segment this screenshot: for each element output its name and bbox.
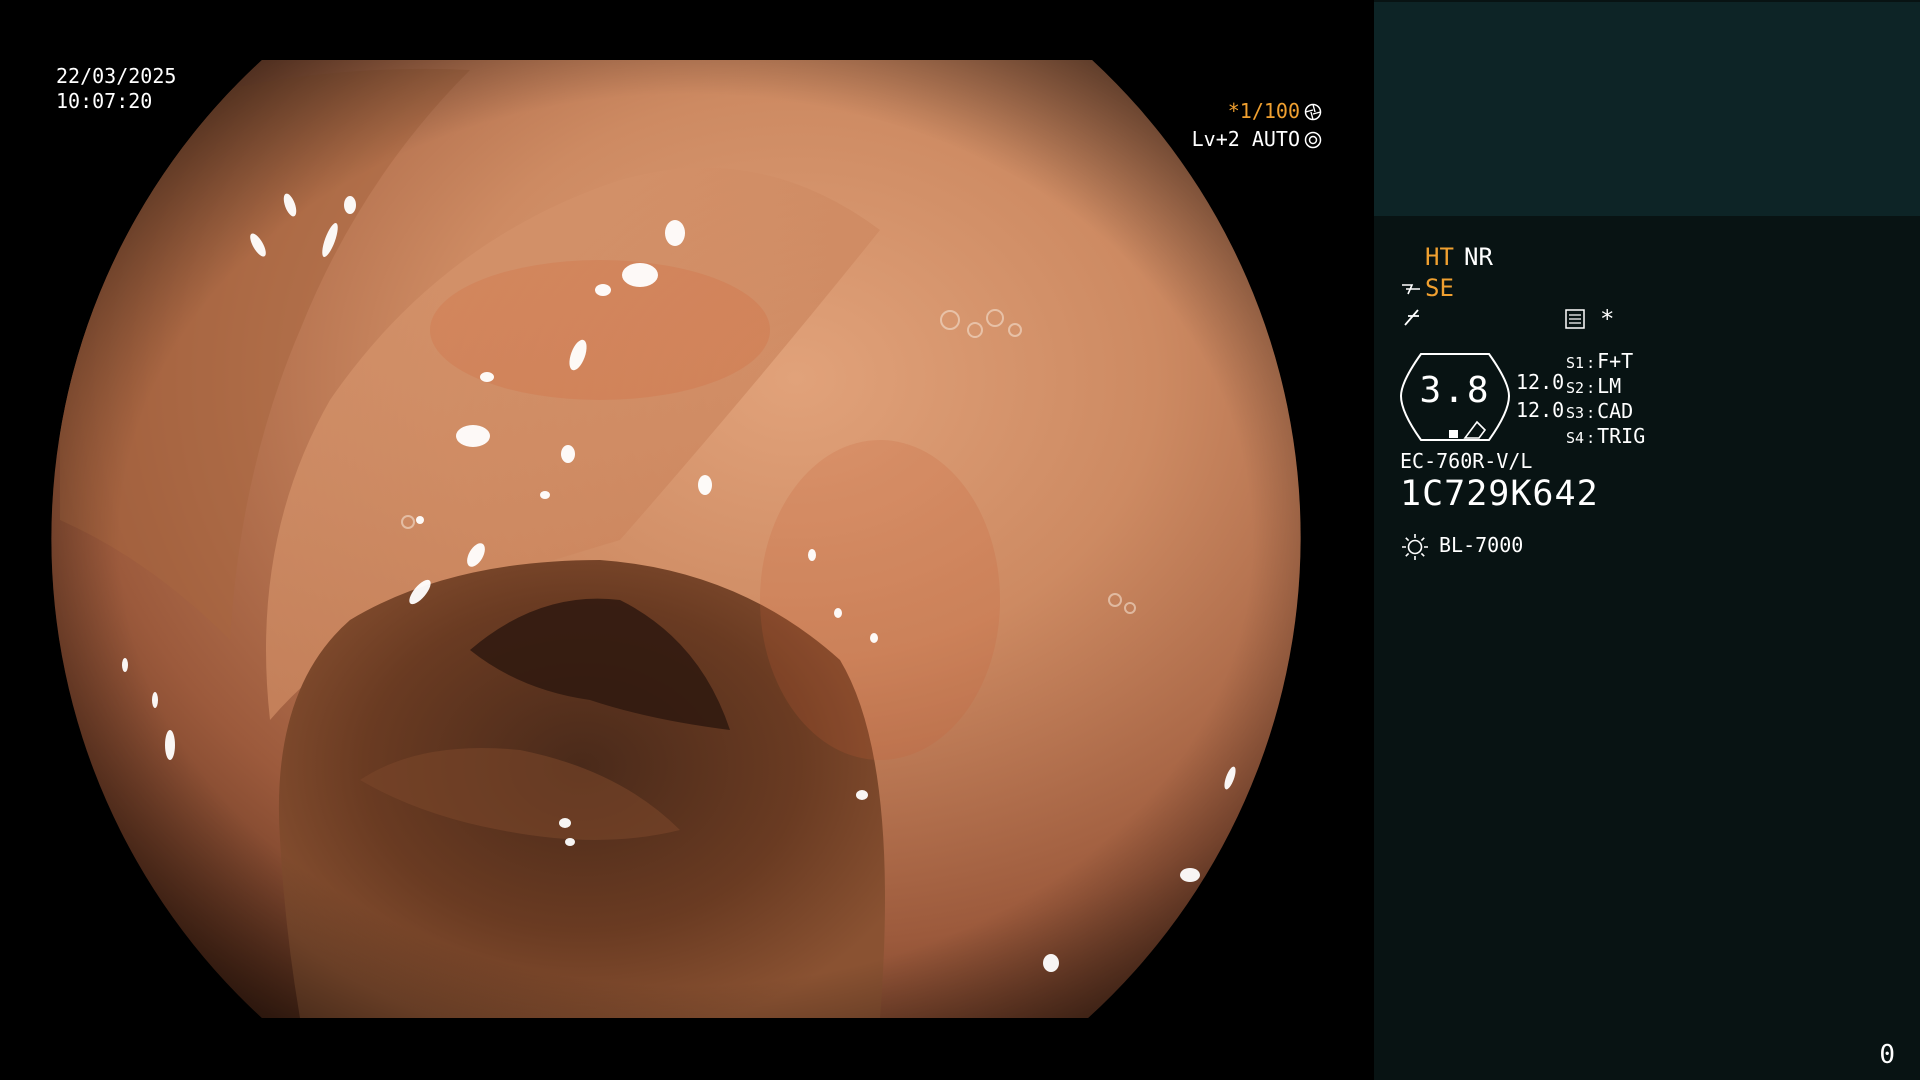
se-icon (1402, 284, 1420, 295)
frame-counter: 0 (1879, 1040, 1895, 1070)
slash-icon (1404, 309, 1419, 326)
memo-icon (1565, 309, 1585, 329)
switch-value: F+T (1597, 349, 1634, 373)
endoscopic-image (51, 60, 1301, 1018)
mode-nr-label: NR (1464, 243, 1493, 271)
switch-key: S1 (1566, 354, 1585, 372)
endoscopic-view: 22/03/2025 10:07:20 *1/100 Lv+2 AUTO (0, 0, 1372, 1080)
switch-key: S3 (1566, 404, 1585, 422)
switch-value: TRIG (1597, 424, 1646, 448)
light-source-model: BL-7000 (1439, 533, 1524, 557)
gauge-reading-2: 12.0 (1516, 398, 1565, 422)
mode-ht-label: HT (1425, 243, 1454, 271)
scope-serial: 1C729K642 (1400, 474, 1599, 514)
date-readout: 22/03/2025 (56, 64, 177, 88)
time-readout: 10:07:20 (56, 89, 153, 113)
auto-iris-icon (1304, 131, 1322, 148)
shutter-icon (1304, 103, 1322, 120)
gauge-value: 3.8 (1419, 370, 1491, 411)
switch-row-s3: S3: CAD (1566, 399, 1634, 423)
star-marker: * (1600, 305, 1615, 333)
scope-model: EC-760R-V/L (1400, 449, 1533, 473)
switch-key: S2 (1566, 379, 1585, 397)
info-panel: HT NR SE * 3.8 12.0 12.0 S1: F+T S2: LM (1374, 0, 1920, 1080)
switch-row-s2: S2: LM (1566, 374, 1622, 398)
thumbnail-area (1374, 2, 1920, 216)
mode-se-label: SE (1425, 274, 1454, 302)
switch-row-s1: S1: F+T (1566, 349, 1634, 373)
switch-value: LM (1597, 374, 1622, 398)
switch-key: S4 (1566, 429, 1585, 447)
gauge-reading-1: 12.0 (1516, 370, 1565, 394)
iris-level-indicator: Lv+2 AUTO (1192, 127, 1322, 152)
endoscopy-monitor: 22/03/2025 10:07:20 *1/100 Lv+2 AUTO HT … (0, 0, 1920, 1080)
light-icon (1402, 534, 1428, 560)
switch-value: CAD (1597, 399, 1634, 423)
iris-level-value: Lv+2 AUTO (1191, 127, 1300, 151)
switch-row-s4: S4: TRIG (1566, 424, 1646, 448)
shutter-value: *1/100 (1227, 99, 1300, 123)
shutter-indicator: *1/100 (1228, 99, 1322, 124)
